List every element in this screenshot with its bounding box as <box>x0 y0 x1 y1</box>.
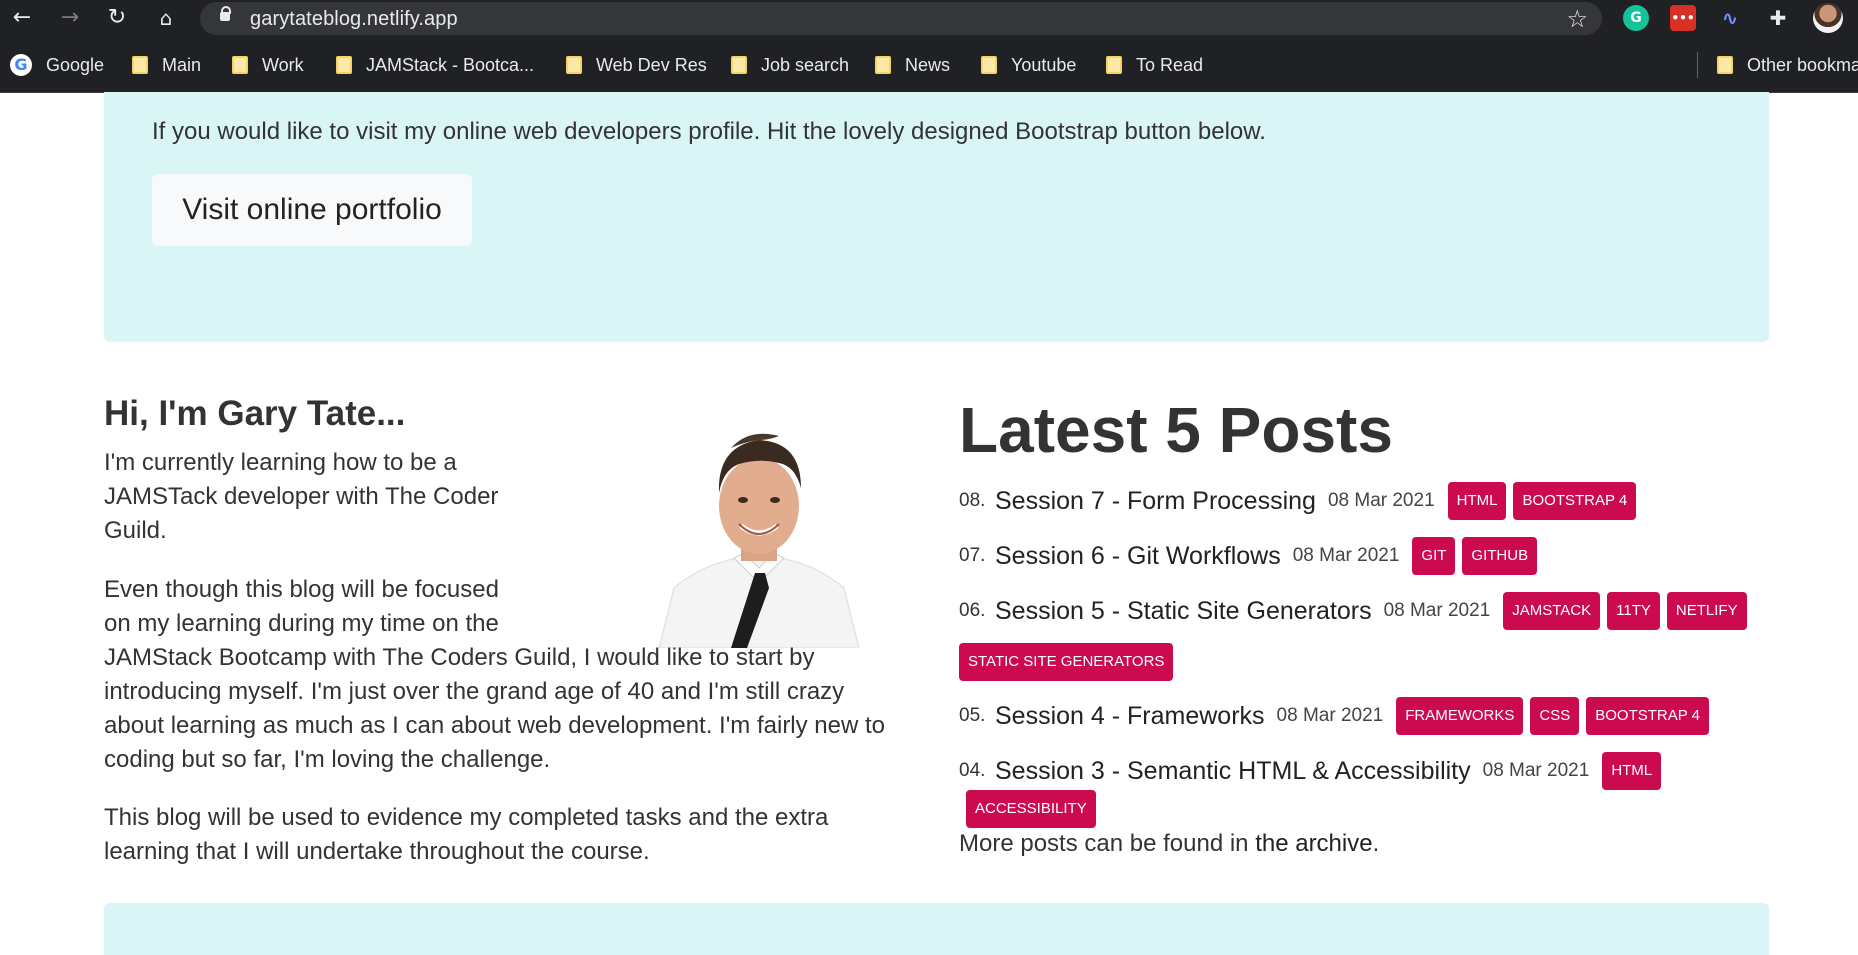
more-posts-text: More posts can be found in the archive. <box>959 830 1379 858</box>
bookmark-folder-jamstack[interactable]: JAMStack - Bootca... <box>336 52 534 78</box>
folder-icon <box>981 56 997 74</box>
post-title-link[interactable]: Session 4 - Frameworks <box>995 702 1265 731</box>
folder-icon <box>1106 56 1122 74</box>
intro-paragraph-2-rest: JAMStack Bootcamp with The Coders Guild,… <box>104 644 886 773</box>
post-title-link[interactable]: Session 6 - Git Workflows <box>995 542 1281 571</box>
post-title-link[interactable]: Session 5 - Static Site Generators <box>995 597 1372 626</box>
grammarly-extension-icon[interactable]: G <box>1623 5 1649 31</box>
folder-icon <box>336 56 352 74</box>
post-date: 08 Mar 2021 <box>1383 600 1491 621</box>
footer-jumbotron <box>104 903 1769 955</box>
google-icon: G <box>10 54 32 76</box>
bookmark-folder-webdev[interactable]: Web Dev Res <box>566 52 707 78</box>
post-tag[interactable]: 11TY <box>1607 592 1660 630</box>
lock-icon[interactable] <box>220 6 231 21</box>
bookmark-label: JAMStack - Bootca... <box>366 54 535 75</box>
profile-photo <box>619 418 899 648</box>
more-posts-prefix: More posts can be found in <box>959 830 1256 857</box>
post-date: 08 Mar 2021 <box>1482 760 1590 781</box>
bookmark-label: News <box>905 54 951 75</box>
post-date: 08 Mar 2021 <box>1276 705 1384 726</box>
folder-icon <box>566 56 582 74</box>
post-date: 08 Mar 2021 <box>1327 490 1435 511</box>
post-tag[interactable]: ACCESSIBILITY <box>966 790 1096 828</box>
post-tag[interactable]: NETLIFY <box>1666 592 1747 630</box>
post-tag[interactable]: FRAMEWORKS <box>1396 697 1524 735</box>
post-date: 08 Mar 2021 <box>1292 545 1400 566</box>
bookmark-folder-main[interactable]: Main <box>132 52 201 78</box>
post-item-tag-wrap: STATIC SITE GENERATORS <box>959 643 1769 681</box>
portfolio-jumbotron: If you would like to visit my online web… <box>104 92 1769 342</box>
forward-icon[interactable]: → <box>56 4 84 32</box>
post-number: 05. <box>959 705 986 726</box>
bookmark-label: Web Dev Res <box>596 54 707 75</box>
url-text[interactable]: garytateblog.netlify.app <box>250 8 458 31</box>
visit-portfolio-button[interactable]: Visit online portfolio <box>152 174 472 246</box>
post-title-link[interactable]: Session 3 - Semantic HTML & Accessibilit… <box>995 757 1471 786</box>
back-icon[interactable]: ← <box>8 4 36 32</box>
reload-icon[interactable]: ↻ <box>103 4 131 32</box>
post-item: 05. Session 4 - Frameworks 08 Mar 2021 F… <box>959 697 1769 735</box>
folder-icon <box>132 56 148 74</box>
archive-link[interactable]: the archive <box>1255 830 1372 857</box>
intro-paragraph-2-start: Even though this blog will be focused on… <box>104 576 499 637</box>
profile-avatar[interactable] <box>1813 3 1843 33</box>
latest-posts-heading: Latest 5 Posts <box>959 394 1393 466</box>
intro-section: Hi, I'm Gary Tate... I'm currently learn… <box>104 390 899 865</box>
bookmark-google[interactable]: G Google <box>10 52 104 78</box>
jumbotron-text: If you would like to visit my online web… <box>152 118 1266 145</box>
bookmark-label: Youtube <box>1011 54 1077 75</box>
post-item: 04. Session 3 - Semantic HTML & Accessib… <box>959 752 1769 828</box>
post-tag[interactable]: BOOTSTRAP 4 <box>1513 482 1637 520</box>
post-number: 06. <box>959 600 986 621</box>
post-number: 04. <box>959 760 986 781</box>
extension-wave-icon[interactable]: ∿ <box>1717 5 1743 31</box>
folder-icon <box>232 56 248 74</box>
bookmark-folder-news[interactable]: News <box>875 52 950 78</box>
post-item: 07. Session 6 - Git Workflows 08 Mar 202… <box>959 537 1769 575</box>
bookmark-star-icon[interactable]: ☆ <box>1566 5 1588 33</box>
bookmark-folder-work[interactable]: Work <box>232 52 304 78</box>
intro-paragraph-3: This blog will be used to evidence my co… <box>104 804 829 865</box>
extensions-puzzle-icon[interactable]: ✚ <box>1765 5 1791 31</box>
bookmark-folder-toread[interactable]: To Read <box>1106 52 1203 78</box>
browser-toolbar: ← → ↻ ⌂ garytateblog.netlify.app ☆ G •••… <box>0 0 1858 37</box>
bookmark-label: Google <box>46 54 105 75</box>
post-tag[interactable]: GIT <box>1412 537 1456 575</box>
bookmark-label: Work <box>262 54 304 75</box>
bookmarks-separator <box>1697 52 1698 78</box>
home-icon[interactable]: ⌂ <box>152 4 180 32</box>
post-tag[interactable]: JAMSTACK <box>1503 592 1601 630</box>
post-title-link[interactable]: Session 7 - Form Processing <box>995 487 1316 516</box>
post-tag[interactable]: CSS <box>1530 697 1580 735</box>
bookmark-label: Main <box>162 54 202 75</box>
folder-icon <box>875 56 891 74</box>
address-bar[interactable]: garytateblog.netlify.app ☆ <box>200 2 1602 35</box>
intro-paragraph-1: I'm currently learning how to be a JAMST… <box>104 449 499 544</box>
folder-icon <box>731 56 747 74</box>
bookmark-folder-other[interactable]: Other bookma <box>1717 52 1858 78</box>
folder-icon <box>1717 56 1733 74</box>
more-posts-suffix: . <box>1372 830 1380 857</box>
post-tag[interactable]: STATIC SITE GENERATORS <box>959 643 1174 681</box>
bookmark-label: Job search <box>761 54 850 75</box>
bookmark-label: Other bookma <box>1747 54 1858 75</box>
bookmark-label: To Read <box>1136 54 1204 75</box>
bookmarks-bar: G Google Main Work JAMStack - Bootca... … <box>0 37 1858 93</box>
post-number: 08. <box>959 490 986 511</box>
post-number: 07. <box>959 545 986 566</box>
extension-red-icon[interactable]: ••• <box>1670 5 1696 31</box>
post-item: 06. Session 5 - Static Site Generators 0… <box>959 592 1769 630</box>
bookmark-folder-jobsearch[interactable]: Job search <box>731 52 849 78</box>
post-item: 08. Session 7 - Form Processing 08 Mar 2… <box>959 482 1769 520</box>
post-tag[interactable]: HTML <box>1602 752 1662 790</box>
post-tag[interactable]: GITHUB <box>1462 537 1538 575</box>
post-tag[interactable]: BOOTSTRAP 4 <box>1586 697 1709 735</box>
post-tag[interactable]: HTML <box>1447 482 1507 520</box>
bookmark-folder-youtube[interactable]: Youtube <box>981 52 1076 78</box>
